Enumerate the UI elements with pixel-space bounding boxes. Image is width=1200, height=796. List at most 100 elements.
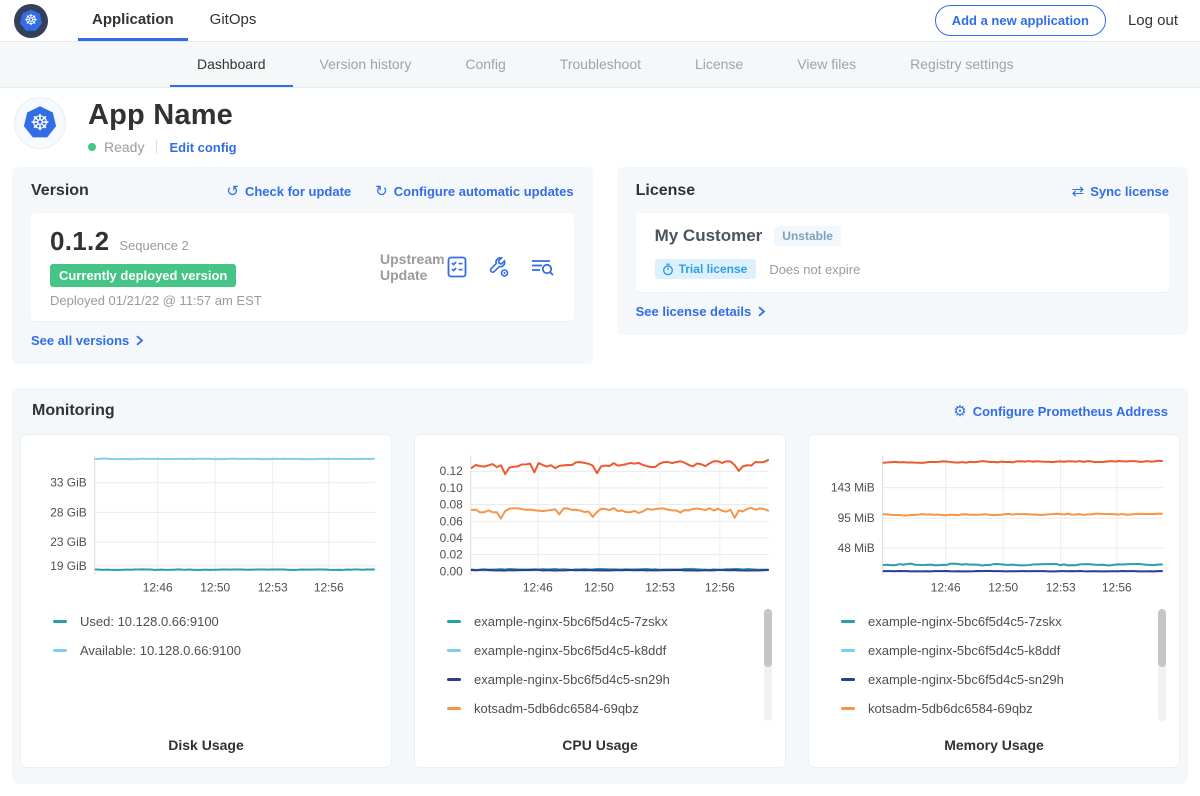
legend-item: kotsadm-5db6dc6584-69qbz xyxy=(841,694,1169,723)
version-card-title: Version xyxy=(31,182,89,200)
chart-title-disk-usage: Disk Usage xyxy=(31,737,381,755)
see-license-details-link[interactable]: See license details xyxy=(636,304,767,319)
svg-text:33 GiB: 33 GiB xyxy=(50,476,86,490)
legend-label: Available: 10.128.0.66:9100 xyxy=(80,643,241,658)
clock-refresh-icon: ↻ xyxy=(375,184,388,199)
logout-link[interactable]: Log out xyxy=(1128,12,1178,29)
legend-disk-usage: Used: 10.128.0.66:9100 Available: 10.128.… xyxy=(31,607,381,727)
svg-text:0.02: 0.02 xyxy=(440,548,464,562)
svg-text:12:56: 12:56 xyxy=(314,581,344,595)
chart-card-memory-usage: 48 MiB95 MiB143 MiB12:4612:5012:5312:56e… xyxy=(808,434,1180,768)
tab-view-files[interactable]: View files xyxy=(770,42,883,87)
version-card: Version ↺ Check for update ↻ Configure a… xyxy=(12,167,593,364)
legend-item: example-nginx-5bc6f5d4c5-k8ddf xyxy=(447,636,775,665)
svg-text:12:56: 12:56 xyxy=(705,581,735,595)
divider xyxy=(156,140,157,154)
license-card-title: License xyxy=(636,182,696,200)
legend-scrollbar[interactable] xyxy=(1158,609,1166,721)
legend-memory-usage: example-nginx-5bc6f5d4c5-7zskx example-ng… xyxy=(819,607,1169,727)
series-line-used-10-128-0-66-9100 xyxy=(96,569,374,570)
legend-label: kotsadm-5db6dc6584-69qbz xyxy=(868,701,1033,716)
svg-text:12:53: 12:53 xyxy=(258,581,288,595)
legend-swatch xyxy=(447,620,461,623)
legend-scrollbar[interactable] xyxy=(764,609,772,721)
svg-text:12:53: 12:53 xyxy=(645,581,675,595)
config-wrench-icon[interactable] xyxy=(487,255,511,279)
legend-swatch xyxy=(53,649,67,652)
tab-config[interactable]: Config xyxy=(438,42,532,87)
legend-scrollbar-thumb[interactable] xyxy=(1158,609,1166,667)
see-all-versions-link[interactable]: See all versions xyxy=(31,333,144,348)
license-expiry: Does not expire xyxy=(769,262,860,277)
configure-prometheus-link[interactable]: ⚙ Configure Prometheus Address xyxy=(953,404,1168,419)
top-nav: ☸ ApplicationGitOps Add a new applicatio… xyxy=(0,0,1200,42)
legend-item: kotsadm-5db6dc6584-69qbz xyxy=(447,694,775,723)
legend-item: Used: 10.128.0.66:9100 xyxy=(53,607,381,636)
sequence-label: Sequence 2 xyxy=(119,238,188,253)
topnav-tab-application[interactable]: Application xyxy=(78,0,188,41)
svg-text:12:50: 12:50 xyxy=(988,581,1018,595)
sync-license-label: Sync license xyxy=(1090,184,1169,199)
legend-item: Available: 10.128.0.66:9100 xyxy=(53,636,381,665)
svg-text:0.10: 0.10 xyxy=(440,481,464,495)
legend-label: example-nginx-5bc6f5d4c5-sn29h xyxy=(474,672,670,687)
svg-text:12:46: 12:46 xyxy=(523,581,553,595)
license-card: License ⇄ Sync license My Customer Unsta… xyxy=(617,167,1188,335)
tab-license[interactable]: License xyxy=(668,42,770,87)
series-line-kotsadm-5db6dc6584-69qbz xyxy=(884,514,1162,516)
check-for-update-link[interactable]: ↺ Check for update xyxy=(226,184,351,199)
monitoring-section: Monitoring ⚙ Configure Prometheus Addres… xyxy=(12,388,1188,784)
legend-cpu-usage: example-nginx-5bc6f5d4c5-7zskxexample-ng… xyxy=(425,607,775,727)
legend-label: example-nginx-5bc6f5d4c5-k8ddf xyxy=(868,643,1060,658)
topnav-tabs: ApplicationGitOps xyxy=(78,0,278,41)
legend-label: kotsadm-5db6dc6584-69qbz xyxy=(474,701,639,716)
svg-text:12:56: 12:56 xyxy=(1102,581,1132,595)
sync-license-link[interactable]: ⇄ Sync license xyxy=(1072,184,1169,199)
legend-swatch xyxy=(841,707,855,710)
license-panel: My Customer Unstable Trial license Does … xyxy=(636,213,1169,292)
legend-label: example-nginx-5bc6f5d4c5-sn29h xyxy=(868,672,1064,687)
series-line-example-nginx-5bc6f5d4c5-7zskx xyxy=(884,564,1162,566)
legend-item: example-nginx-5bc6f5d4c5-k8ddf xyxy=(841,636,1169,665)
chevron-right-icon xyxy=(135,335,144,346)
svg-text:19 GiB: 19 GiB xyxy=(50,559,86,573)
gear-icon: ⚙ xyxy=(953,404,966,419)
kubernetes-logo: ☸ xyxy=(14,0,48,41)
legend-item: example-nginx-5bc6f5d4c5-7zskx xyxy=(841,607,1169,636)
legend-item: example-nginx-5bc6f5d4c5-sn29h xyxy=(447,665,775,694)
ready-status-dot xyxy=(88,143,96,151)
chart-plot-disk-usage: 19 GiB23 GiB28 GiB33 GiB12:4612:5012:531… xyxy=(31,447,381,599)
app-icon: ☸ xyxy=(14,97,66,149)
tab-troubleshoot[interactable]: Troubleshoot xyxy=(533,42,668,87)
legend-swatch xyxy=(447,707,461,710)
check-for-update-label: Check for update xyxy=(245,184,351,199)
topnav-tab-gitops[interactable]: GitOps xyxy=(196,0,271,41)
legend-item: example-nginx-5bc6f5d4c5-7zskx xyxy=(447,607,775,636)
deployed-badge: Currently deployed version xyxy=(50,264,236,287)
series-line-kotsadm-5db6dc6584-69qbz xyxy=(472,460,768,474)
add-application-button[interactable]: Add a new application xyxy=(935,5,1106,36)
sync-arrows-icon: ⇄ xyxy=(1072,184,1085,199)
preflight-checks-icon[interactable] xyxy=(445,255,469,279)
tab-version-history[interactable]: Version history xyxy=(293,42,439,87)
version-number: 0.1.2 xyxy=(50,226,109,257)
svg-text:12:46: 12:46 xyxy=(931,581,961,595)
edit-config-link[interactable]: Edit config xyxy=(169,140,236,155)
helm-wheel-icon: ☸ xyxy=(24,13,37,28)
series-line-kotsadm-5db6dc6584-69qbz xyxy=(472,508,768,519)
deploy-logs-icon[interactable] xyxy=(529,255,555,279)
see-license-details-label: See license details xyxy=(636,304,752,319)
configure-automatic-updates-link[interactable]: ↻ Configure automatic updates xyxy=(375,184,573,199)
legend-label: example-nginx-5bc6f5d4c5-7zskx xyxy=(868,614,1062,629)
tab-registry-settings[interactable]: Registry settings xyxy=(883,42,1040,87)
configure-prometheus-label: Configure Prometheus Address xyxy=(973,404,1168,419)
channel-badge: Unstable xyxy=(774,226,841,246)
stopwatch-icon xyxy=(662,263,674,276)
svg-text:0.06: 0.06 xyxy=(440,514,464,528)
helm-wheel-icon: ☸ xyxy=(30,112,50,134)
legend-swatch xyxy=(841,649,855,652)
svg-text:12:46: 12:46 xyxy=(143,581,173,595)
chart-title-memory-usage: Memory Usage xyxy=(819,737,1169,755)
tab-dashboard[interactable]: Dashboard xyxy=(170,42,293,87)
legend-scrollbar-thumb[interactable] xyxy=(764,609,772,667)
